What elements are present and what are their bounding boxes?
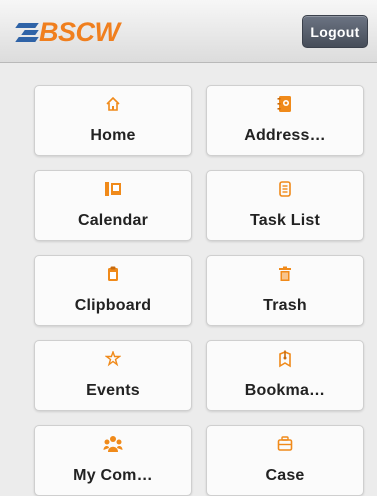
home-icon: [35, 95, 191, 113]
logo-text: BSCW: [39, 16, 120, 47]
case-icon: [207, 435, 363, 453]
clipboard-icon: [35, 265, 191, 283]
tile-my-communities[interactable]: My Com…: [34, 425, 192, 496]
tile-label: Calendar: [77, 212, 149, 229]
tile-task-list[interactable]: Task List: [206, 170, 364, 241]
tile-home[interactable]: Home: [34, 85, 192, 156]
tile-events[interactable]: Events: [34, 340, 192, 411]
bscw-logo: BSCW: [15, 16, 120, 47]
logout-button[interactable]: Logout: [302, 15, 368, 48]
tile-case[interactable]: Case: [206, 425, 364, 496]
bookmark-icon: [207, 350, 363, 368]
tile-label: Home: [90, 127, 136, 144]
tile-label: Task List: [250, 212, 320, 229]
tile-label: Trash: [263, 297, 307, 314]
tile-label: Clipboard: [74, 297, 152, 314]
tile-address-book[interactable]: Address…: [206, 85, 364, 156]
community-icon: [35, 435, 191, 453]
tile-calendar[interactable]: Calendar: [34, 170, 192, 241]
tile-label: Address…: [244, 127, 326, 144]
tile-bookmarks[interactable]: Bookma…: [206, 340, 364, 411]
tile-label: Events: [86, 382, 140, 399]
top-bar: BSCW Logout: [0, 0, 377, 63]
tile-label: Bookma…: [244, 382, 326, 399]
task-list-icon: [207, 180, 363, 198]
bscw-logo-mark-icon: [15, 21, 39, 43]
calendar-icon: [35, 180, 191, 198]
events-icon: [35, 350, 191, 368]
tile-clipboard[interactable]: Clipboard: [34, 255, 192, 326]
address-book-icon: [207, 95, 363, 113]
tile-label: My Com…: [73, 467, 153, 484]
trash-icon: [207, 265, 363, 283]
tile-trash[interactable]: Trash: [206, 255, 364, 326]
tile-label: Case: [265, 467, 305, 484]
